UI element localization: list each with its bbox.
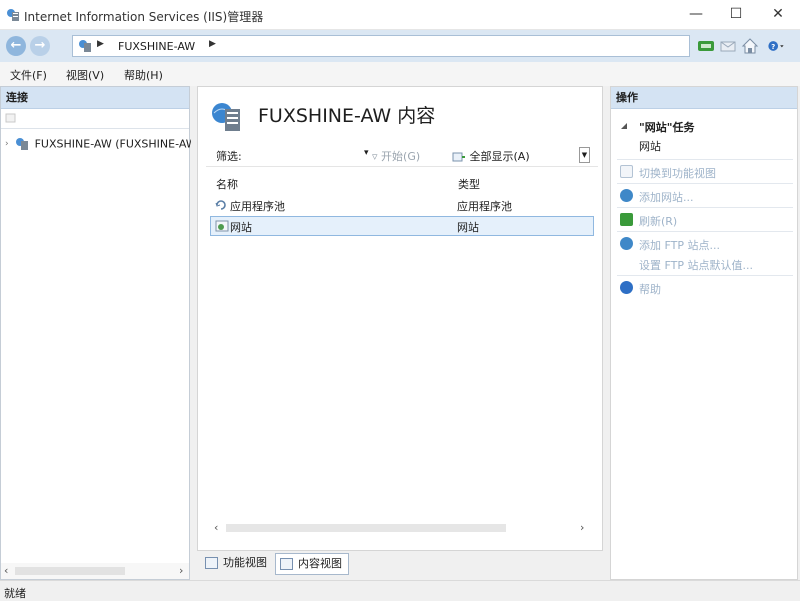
scroll-left-icon[interactable]: ‹ (214, 521, 218, 534)
title-bar: Internet Information Services (IIS)管理器 —… (0, 0, 800, 30)
breadcrumb-separator-icon[interactable]: ▶ (209, 39, 216, 49)
show-all-icon (452, 152, 465, 162)
mail-icon[interactable] (719, 37, 737, 55)
help-dropdown-icon[interactable]: ? (767, 37, 785, 55)
content-view-icon (280, 558, 293, 570)
connections-toolbar (1, 109, 189, 129)
action-switch-to-features[interactable]: 切换到功能视图 (617, 162, 793, 182)
svg-text:?: ? (771, 43, 775, 51)
add-site-icon (620, 189, 633, 202)
row-name: 应用程序池 (230, 200, 285, 213)
view-tabs: 功能视图 内容视图 (197, 553, 603, 577)
site-icon (215, 220, 229, 232)
app-pool-icon (215, 200, 226, 210)
content-panel: FUXSHINE-AW 内容 筛选: ▾ ▿ 开始(G) 全部显示(A) ▼ 名… (197, 86, 603, 551)
action-help[interactable]: 帮助 (617, 278, 793, 298)
tree-node-server[interactable]: › FUXSHINE-AW (FUXSHINE-AW\Administrator… (5, 137, 191, 155)
connections-horizontal-scrollbar[interactable]: ‹ › (1, 563, 189, 579)
row-name: 网站 (230, 221, 252, 234)
scroll-right-icon[interactable]: › (179, 564, 183, 577)
action-label: 添加网站... (639, 191, 694, 204)
show-all-button[interactable]: 全部显示(A) (452, 148, 530, 164)
action-label: 刷新(R) (639, 215, 678, 228)
tab-features-view[interactable]: 功能视图 (201, 553, 273, 575)
list-item-app-pools[interactable]: 应用程序池 应用程序池 (210, 195, 594, 215)
new-connection-icon[interactable] (5, 112, 17, 124)
breadcrumb-server[interactable]: FUXSHINE-AW (118, 40, 195, 53)
column-type-header[interactable]: 类型 (458, 176, 480, 192)
row-type: 应用程序池 (457, 200, 512, 213)
page-title: FUXSHINE-AW 内容 (258, 105, 436, 127)
action-label: 添加 FTP 站点... (639, 239, 720, 252)
list-header: 名称 类型 (208, 173, 592, 193)
home-icon[interactable] (741, 37, 759, 55)
scroll-left-icon[interactable]: ‹ (4, 564, 8, 577)
actions-divider (617, 275, 793, 276)
menu-view[interactable]: 视图(V) (66, 67, 104, 83)
server-icon (16, 138, 29, 150)
actions-divider (617, 231, 793, 232)
close-button[interactable]: ✕ (758, 0, 798, 30)
iis-app-icon (7, 9, 19, 21)
content-horizontal-scrollbar[interactable]: ‹ › (206, 520, 596, 536)
actions-divider (617, 183, 793, 184)
status-bar: 就绪 (0, 580, 800, 600)
refresh-icon (620, 213, 633, 226)
scroll-right-icon[interactable]: › (580, 521, 584, 534)
toolbar-overflow-icon[interactable]: ▼ (579, 147, 590, 163)
switch-view-icon (620, 165, 633, 178)
action-label: 切换到功能视图 (639, 167, 716, 180)
action-add-ftp-site[interactable]: 添加 FTP 站点... (617, 234, 793, 254)
maximize-button[interactable]: ☐ (716, 0, 756, 30)
back-button[interactable]: ← (6, 36, 26, 56)
tab-label: 功能视图 (223, 556, 267, 569)
action-refresh[interactable]: 刷新(R) (617, 210, 793, 230)
row-type: 网站 (457, 221, 479, 234)
menu-file[interactable]: 文件(F) (10, 67, 47, 83)
tab-content-view[interactable]: 内容视图 (275, 553, 349, 575)
server-large-icon (212, 103, 240, 131)
status-text: 就绪 (4, 587, 26, 600)
tree-node-label: FUXSHINE-AW (FUXSHINE-AW\Administrator) (34, 137, 191, 151)
actions-group-title: "网站"任务 (639, 121, 695, 134)
menu-help[interactable]: 帮助(H) (124, 67, 163, 83)
action-ftp-defaults[interactable]: 设置 FTP 站点默认值... (617, 254, 793, 274)
show-all-label: 全部显示(A) (469, 150, 530, 163)
connections-header: 连接 (1, 87, 189, 109)
server-icon (79, 40, 91, 52)
minimize-button[interactable]: — (676, 0, 716, 30)
connections-panel: 连接 › FUXSHINE-AW (FUXSHINE-AW\Administra… (0, 86, 191, 580)
actions-divider (617, 159, 793, 160)
forward-button[interactable]: → (30, 36, 50, 56)
actions-group-subtitle: 网站 (639, 140, 661, 153)
actions-divider (617, 207, 793, 208)
scrollbar-thumb[interactable] (226, 524, 506, 532)
filter-toolbar: 筛选: ▾ ▿ 开始(G) 全部显示(A) ▼ (206, 145, 598, 167)
action-label: 设置 FTP 站点默认值... (639, 259, 753, 272)
collapse-group-icon[interactable] (619, 121, 629, 131)
action-label: 帮助 (639, 283, 661, 296)
filter-label: 筛选: (216, 150, 242, 163)
actions-panel: 操作 "网站"任务 网站 切换到功能视图 添加网站... 刷新(R) 添加 FT… (610, 86, 798, 580)
column-name-header[interactable]: 名称 (216, 176, 238, 192)
menu-bar: 文件(F) 视图(V) 帮助(H) (0, 62, 800, 86)
action-add-site[interactable]: 添加网站... (617, 186, 793, 206)
add-ftp-icon (620, 237, 633, 250)
filter-dropdown-icon[interactable]: ▾ (364, 148, 369, 158)
navigation-bar: ← → ▶ FUXSHINE-AW ▶ ? (0, 30, 800, 62)
help-icon (620, 281, 633, 294)
tree-expand-icon[interactable]: › (5, 139, 9, 149)
actions-header: 操作 (611, 87, 797, 109)
features-view-icon (205, 557, 218, 569)
connect-icon[interactable] (697, 37, 715, 55)
start-filter-button[interactable]: ▿ 开始(G) (372, 148, 420, 164)
breadcrumb-separator-icon: ▶ (97, 39, 104, 49)
list-item-sites[interactable]: 网站 网站 (210, 216, 594, 236)
address-bar[interactable]: ▶ FUXSHINE-AW ▶ (72, 35, 690, 57)
start-filter-label: 开始(G) (381, 150, 421, 163)
tab-label: 内容视图 (298, 557, 342, 570)
scrollbar-thumb[interactable] (15, 567, 125, 575)
window-title: Internet Information Services (IIS)管理器 (24, 10, 264, 24)
